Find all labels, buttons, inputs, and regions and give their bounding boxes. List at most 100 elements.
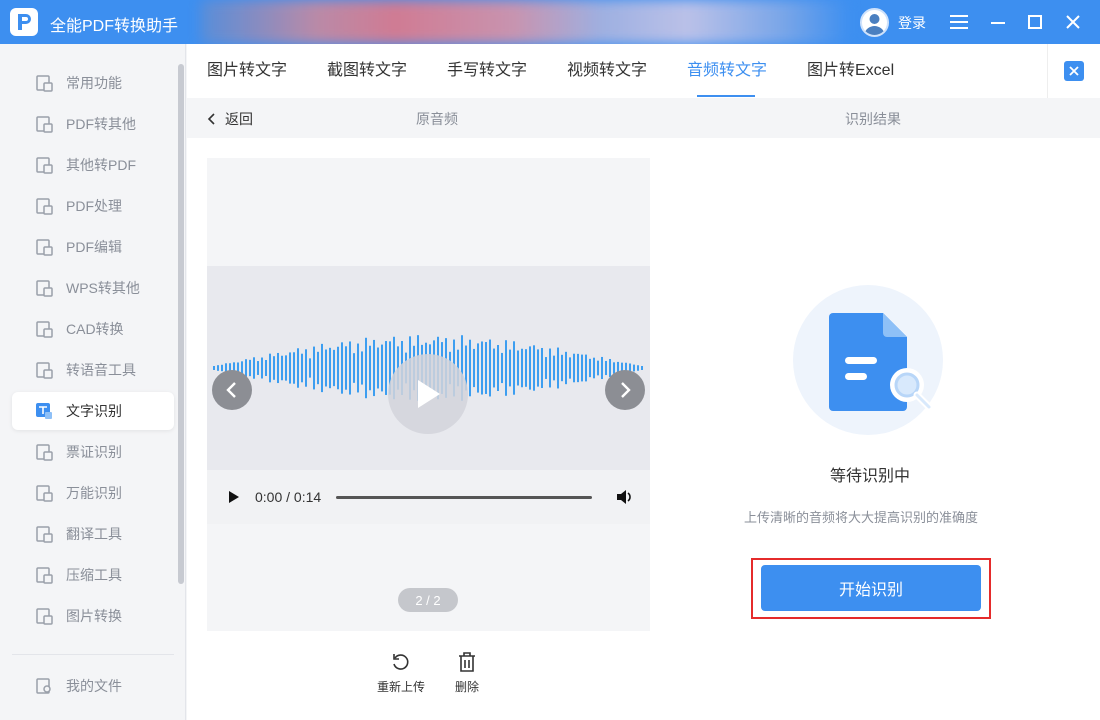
wave-bar xyxy=(601,356,603,380)
sidebar-item-label: PDF编辑 xyxy=(66,239,122,255)
chevron-left-icon xyxy=(226,382,236,398)
wave-bar xyxy=(213,366,215,370)
progress-track[interactable] xyxy=(336,495,593,499)
reupload-button[interactable]: 重新上传 xyxy=(371,650,431,695)
volume-icon[interactable] xyxy=(616,489,634,505)
wave-bar xyxy=(533,345,535,391)
wave-bar xyxy=(549,348,551,388)
close-panel-button[interactable] xyxy=(1047,44,1100,98)
wave-bar xyxy=(489,339,491,397)
play-icon[interactable] xyxy=(228,490,240,504)
wave-bar xyxy=(637,365,639,371)
login-link[interactable]: 登录 xyxy=(898,13,926,33)
sidebar-scrollbar[interactable] xyxy=(178,64,184,584)
sidebar-item-label: 票证识别 xyxy=(66,444,122,460)
sidebar-item-10[interactable]: 万能识别 xyxy=(12,474,174,512)
close-window-icon[interactable] xyxy=(1061,10,1085,34)
tab-video-to-text[interactable]: 视频转文字 xyxy=(567,44,647,98)
wave-bar xyxy=(301,353,303,383)
wave-bar xyxy=(569,357,571,379)
wave-bar xyxy=(485,342,487,394)
back-button[interactable]: 返回 xyxy=(207,109,253,129)
delete-button[interactable]: 删除 xyxy=(437,650,497,695)
wave-bar xyxy=(349,341,351,395)
sidebar-item-label: 转语音工具 xyxy=(66,362,136,378)
recognition-status: 等待识别中 xyxy=(830,468,911,485)
document-search-icon xyxy=(829,313,933,411)
sidebar-item-11[interactable]: 翻译工具 xyxy=(12,515,174,553)
trash-icon xyxy=(455,650,479,674)
wave-bar xyxy=(561,354,563,382)
cad-icon xyxy=(34,319,54,339)
wave-bar xyxy=(317,351,319,385)
wave-bar xyxy=(221,364,223,372)
wave-bar xyxy=(529,346,531,390)
play-icon xyxy=(418,380,440,408)
sidebar-item-label: 压缩工具 xyxy=(66,567,122,583)
user-avatar[interactable] xyxy=(860,8,889,37)
audio-player-card: 0:00 / 0:14 2 / 2 xyxy=(207,158,650,631)
wave-bar xyxy=(473,348,475,388)
wave-bar xyxy=(293,352,295,384)
wave-bar xyxy=(493,348,495,388)
wave-bar xyxy=(541,347,543,389)
wave-bar xyxy=(565,351,567,385)
play-overlay-button[interactable] xyxy=(388,354,468,434)
wave-bar xyxy=(381,344,383,392)
wave-bar xyxy=(373,339,375,397)
wave-bar xyxy=(573,353,575,383)
delete-label: 删除 xyxy=(454,680,479,694)
chevron-left-icon xyxy=(207,113,215,125)
wave-bar xyxy=(497,345,499,391)
active-tab-indicator xyxy=(697,95,755,97)
sidebar-item-label: 万能识别 xyxy=(66,485,122,501)
sidebar-item-9[interactable]: 票证识别 xyxy=(12,433,174,471)
main-area: 0:00 / 0:14 2 / 2 重新上传 删除 等待识别中 上传清晰的音频将… xyxy=(187,138,1100,720)
reupload-label: 重新上传 xyxy=(376,680,425,694)
sidebar-item-2[interactable]: 其他转PDF xyxy=(12,146,174,184)
wave-bar xyxy=(353,353,355,383)
next-button[interactable] xyxy=(605,370,645,410)
wave-bar xyxy=(581,354,583,382)
tab-handwriting-to-text[interactable]: 手写转文字 xyxy=(447,44,527,98)
wave-bar xyxy=(305,349,307,387)
wave-bar xyxy=(525,349,527,387)
sidebar-item-3[interactable]: PDF处理 xyxy=(12,187,174,225)
sidebar-item-label: CAD转换 xyxy=(66,321,124,337)
start-recognition-button[interactable]: 开始识别 xyxy=(761,565,981,611)
sidebar-item-12[interactable]: 压缩工具 xyxy=(12,556,174,594)
wave-bar xyxy=(285,355,287,381)
wave-bar xyxy=(589,358,591,378)
sidebar-item-8[interactable]: 文字识别 xyxy=(12,392,174,430)
wave-bar xyxy=(521,348,523,388)
tab-screenshot-to-text[interactable]: 截图转文字 xyxy=(327,44,407,98)
sidebar-item-7[interactable]: 转语音工具 xyxy=(12,351,174,389)
sidebar-item-13[interactable]: 图片转换 xyxy=(12,597,174,635)
previous-button[interactable] xyxy=(212,370,252,410)
tab-audio-to-text[interactable]: 音频转文字 xyxy=(687,44,767,98)
menu-icon[interactable] xyxy=(947,10,971,34)
source-audio-label: 原音频 xyxy=(416,111,458,127)
minimize-icon[interactable] xyxy=(986,10,1010,34)
sidebar-item-6[interactable]: CAD转换 xyxy=(12,310,174,348)
sidebar-item-my-files[interactable]: 我的文件 xyxy=(12,667,174,705)
sidebar-item-4[interactable]: PDF编辑 xyxy=(12,228,174,266)
sidebar-item-1[interactable]: PDF转其他 xyxy=(12,105,174,143)
maximize-icon[interactable] xyxy=(1023,10,1047,34)
wave-bar xyxy=(537,349,539,387)
wave-bar xyxy=(281,355,283,381)
wave-bar xyxy=(509,349,511,387)
wave-bar xyxy=(501,352,503,384)
wave-bar xyxy=(257,361,259,375)
wave-bar xyxy=(641,366,643,370)
sidebar-item-5[interactable]: WPS转其他 xyxy=(12,269,174,307)
tab-image-to-excel[interactable]: 图片转Excel xyxy=(807,44,894,98)
sidebar-item-0[interactable]: 常用功能 xyxy=(12,64,174,102)
wave-bar xyxy=(593,357,595,379)
wave-bar xyxy=(385,341,387,395)
sidebar-item-label: PDF转其他 xyxy=(66,116,136,132)
to-pdf-icon xyxy=(34,155,54,175)
tab-image-to-text[interactable]: 图片转文字 xyxy=(207,44,287,98)
ocr-icon xyxy=(34,401,54,421)
sidebar-item-label: 常用功能 xyxy=(66,75,122,91)
